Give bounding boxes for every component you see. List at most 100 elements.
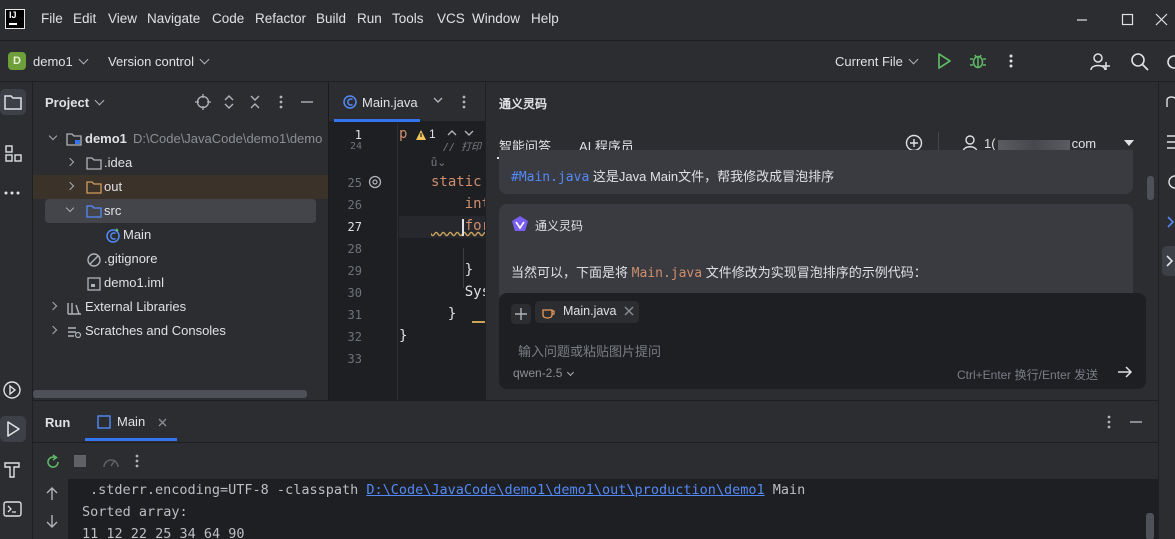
- ai-inlay-icon[interactable]: ǖ⌄: [431, 156, 446, 169]
- tree-label: External Libraries: [85, 299, 187, 314]
- menu-navigate[interactable]: Navigate: [147, 11, 200, 26]
- run-options-icon[interactable]: [1105, 414, 1113, 430]
- account-name[interactable]: 1(com: [984, 136, 1096, 151]
- tongyi-tool-icon[interactable]: [1165, 213, 1175, 231]
- rerun-icon[interactable]: [44, 453, 62, 471]
- vcs-widget[interactable]: Version control: [108, 54, 210, 69]
- account-dropdown-icon[interactable]: [1123, 139, 1135, 147]
- run-icon[interactable]: [935, 52, 953, 70]
- close-window-icon[interactable]: [1152, 10, 1172, 30]
- close-tab-icon[interactable]: [158, 418, 167, 427]
- editor-tab-main-java[interactable]: Main.java: [334, 82, 430, 122]
- menu-refactor[interactable]: Refactor: [255, 11, 306, 26]
- tree-item-out[interactable]: out: [33, 175, 328, 199]
- chat-input-placeholder[interactable]: 输入问题或粘贴图片提问: [518, 341, 661, 360]
- build-hammer-icon[interactable]: [0, 456, 26, 482]
- chevron-down-icon[interactable]: [464, 128, 474, 138]
- chevron-down-icon: [94, 95, 105, 106]
- menu-help[interactable]: Help: [531, 11, 559, 26]
- database-icon[interactable]: [1165, 133, 1175, 151]
- active-ai-tool-icon[interactable]: [1162, 246, 1175, 276]
- tab-options-icon[interactable]: [460, 94, 468, 110]
- expand-all-icon[interactable]: [221, 94, 237, 110]
- menu-file[interactable]: File: [41, 11, 63, 26]
- collapse-all-icon[interactable]: [247, 94, 263, 110]
- send-icon[interactable]: [1117, 365, 1133, 379]
- console-main-class: Main: [764, 482, 806, 498]
- maximize-icon[interactable]: [1118, 10, 1138, 30]
- run-config-selector[interactable]: Current File: [835, 54, 919, 69]
- menu-view[interactable]: View: [108, 11, 137, 26]
- menu-window[interactable]: Window: [472, 11, 520, 26]
- model-selector[interactable]: qwen-2.5: [513, 366, 575, 380]
- menu-vcs[interactable]: VCS: [437, 11, 465, 26]
- tree-item-main[interactable]: Main: [33, 223, 328, 247]
- stop-icon[interactable]: [73, 454, 87, 468]
- chevron-up-icon[interactable]: [447, 128, 457, 138]
- tree-item-scratches[interactable]: Scratches and Consoles: [33, 319, 328, 343]
- menu-edit[interactable]: Edit: [73, 11, 96, 26]
- profiler-icon[interactable]: [102, 453, 120, 471]
- scroll-down-icon[interactable]: [46, 514, 58, 528]
- project-badge[interactable]: D: [8, 52, 26, 70]
- run-tab-main[interactable]: Main: [85, 401, 177, 441]
- structure-icon[interactable]: [0, 140, 26, 166]
- more-actions-icon[interactable]: [1003, 52, 1019, 70]
- console-scrollbar[interactable]: [1146, 513, 1154, 539]
- chevron-down-icon[interactable]: [433, 95, 443, 105]
- line-number: 32: [347, 330, 362, 344]
- remove-context-icon[interactable]: [624, 306, 634, 316]
- tree-item-idea[interactable]: .idea: [33, 151, 328, 175]
- menu-build[interactable]: Build: [316, 11, 346, 26]
- code-line-32[interactable]: }: [399, 328, 407, 344]
- warning-icon[interactable]: [415, 129, 427, 141]
- context-chip[interactable]: Main.java: [535, 301, 639, 323]
- code-line-27[interactable]: for: [431, 218, 485, 234]
- menu-tools[interactable]: Tools: [392, 11, 424, 26]
- scroll-up-icon[interactable]: [46, 487, 58, 501]
- locate-file-icon[interactable]: [195, 94, 211, 110]
- code-line-30[interactable]: Sys: [431, 284, 485, 300]
- more-tools-icon[interactable]: [0, 180, 26, 206]
- gradle-icon[interactable]: [1165, 173, 1175, 191]
- panel-options-icon[interactable]: [273, 94, 289, 110]
- override-gutter-icon[interactable]: [367, 174, 383, 190]
- tree-item-iml[interactable]: demo1.iml: [33, 271, 328, 295]
- tree-item-demo1[interactable]: demo1 D:\Code\JavaCode\demo1\demo: [33, 127, 328, 151]
- console-options-icon[interactable]: [133, 453, 141, 469]
- tree-item-src[interactable]: src: [45, 199, 316, 223]
- hide-run-panel-icon[interactable]: [1129, 414, 1143, 430]
- project-switcher[interactable]: demo1: [33, 54, 89, 69]
- code-line-31[interactable]: }: [431, 306, 456, 322]
- code-line-29[interactable]: }: [431, 262, 473, 278]
- terminal-icon[interactable]: [0, 496, 26, 522]
- classpath-link[interactable]: D:\Code\JavaCode\demo1\demo1\out\product…: [366, 482, 764, 498]
- code-line-25[interactable]: static: [431, 174, 482, 190]
- project-panel-title[interactable]: Project: [45, 95, 105, 110]
- run-tool-icon[interactable]: [0, 416, 26, 442]
- folder-icon: [86, 156, 102, 170]
- menu-code[interactable]: Code: [212, 11, 244, 26]
- add-user-icon[interactable]: [1089, 51, 1111, 73]
- settings-icon[interactable]: [1164, 52, 1175, 72]
- code-line-26[interactable]: int: [431, 196, 485, 212]
- code-line-24[interactable]: // 打印: [431, 138, 481, 153]
- tree-item-external-libraries[interactable]: External Libraries: [33, 295, 328, 319]
- tree-item-gitignore[interactable]: .gitignore: [33, 247, 328, 271]
- menu-run[interactable]: Run: [357, 11, 382, 26]
- horizontal-scrollbar[interactable]: [33, 390, 307, 398]
- hide-panel-icon[interactable]: [299, 94, 315, 110]
- console-line-3: 11 12 22 25 34 64 90: [82, 526, 245, 539]
- debug-icon[interactable]: [968, 52, 988, 70]
- project-tool-icon[interactable]: [0, 89, 26, 115]
- line-number: 1: [354, 128, 362, 142]
- chat-scrollbar[interactable]: [1147, 176, 1154, 200]
- add-context-icon[interactable]: [511, 304, 531, 324]
- file-reference-link[interactable]: #Main.java: [511, 170, 589, 185]
- services-icon[interactable]: [0, 377, 26, 403]
- minimize-icon[interactable]: [1073, 10, 1093, 30]
- console-output[interactable]: .stderr.encoding=UTF-8 -classpath D:\Cod…: [68, 479, 1158, 539]
- code-line-1[interactable]: p: [399, 126, 407, 142]
- search-icon[interactable]: [1129, 51, 1151, 73]
- notifications-icon[interactable]: [1165, 93, 1175, 111]
